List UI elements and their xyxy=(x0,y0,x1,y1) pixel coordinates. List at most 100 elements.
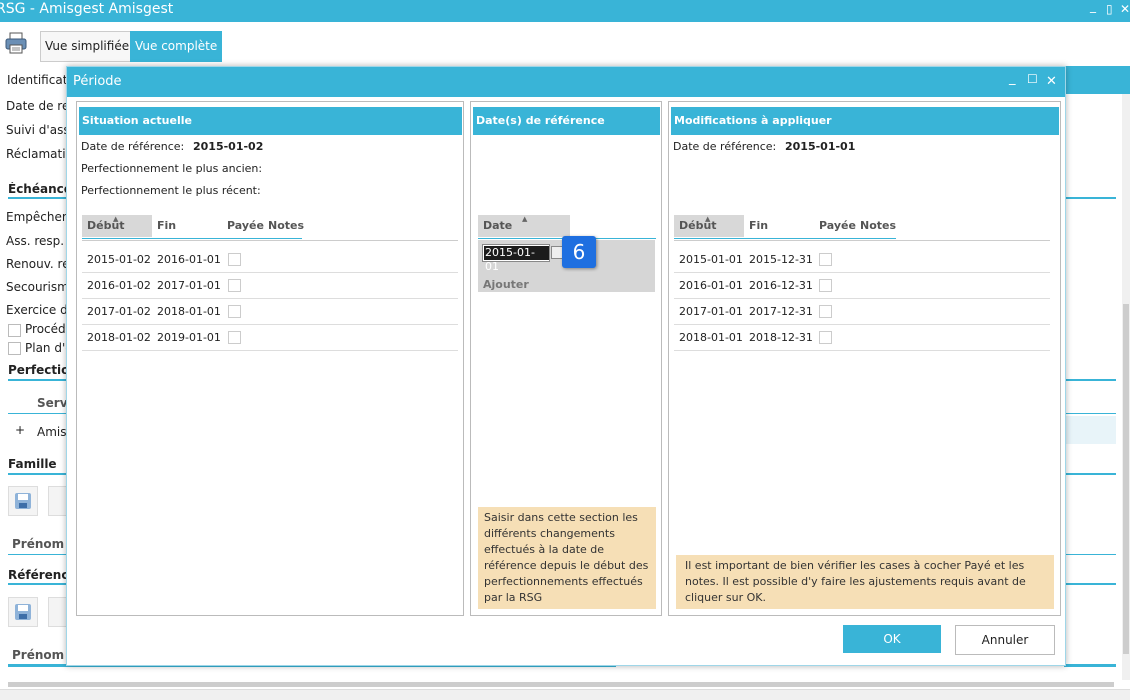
window-minimize-button[interactable]: _ xyxy=(1090,0,1096,13)
current-row-1-end: 2016-01-01 xyxy=(157,253,221,266)
changes-row-2-end: 2016-12-31 xyxy=(749,279,813,292)
column-header-debut-label: Début xyxy=(679,219,717,232)
header-underline xyxy=(674,240,1050,241)
dialog-maximize-button[interactable]: ☐ xyxy=(1027,72,1038,86)
sidebar-item-reclamation[interactable]: Réclamation xyxy=(6,147,66,161)
current-ref-value: 2015-01-02 xyxy=(193,140,264,153)
famille-save-button[interactable] xyxy=(8,486,38,516)
ok-button[interactable]: OK xyxy=(843,625,941,653)
dialog-close-button[interactable]: ✕ xyxy=(1046,74,1057,89)
sidebar-item-empechement[interactable]: Empêchement xyxy=(6,210,66,224)
selected-row xyxy=(1064,416,1116,444)
reference-dates-panel: Date(s) de référence ▲ Date 2015-01-01 6… xyxy=(470,101,662,616)
scrollbar-thumb[interactable] xyxy=(1123,304,1129,654)
column-divider xyxy=(8,413,66,414)
section-references: Références xyxy=(8,568,66,582)
sidebar-item-ass-resp[interactable]: Ass. resp. civile xyxy=(6,234,66,248)
reference-info-note: Saisir dans cette section les différents… xyxy=(478,507,656,609)
sidebar-item-exercice[interactable]: Exercice d'évacuation xyxy=(6,303,66,317)
oldest-label: Perfectionnement le plus ancien: xyxy=(81,162,263,175)
sidebar-item-date-retour[interactable]: Date de retour xyxy=(6,99,66,113)
sort-asc-icon: ▲ xyxy=(705,215,711,223)
current-ref-label: Date de référence: xyxy=(81,140,185,153)
column-prenom-2: Prénom xyxy=(12,648,65,662)
sidebar-item-secourisme[interactable]: Secourisme xyxy=(6,280,66,294)
changes-row-2-start: 2016-01-01 xyxy=(679,279,743,292)
sidebar-item-renouv[interactable]: Renouv. reconnaissance xyxy=(6,257,66,271)
sidebar-item-suivi[interactable]: Suivi d'assistance xyxy=(6,123,66,137)
column-divider xyxy=(8,554,66,555)
reference-date-input[interactable]: 2015-01-01 xyxy=(482,244,550,273)
floppy-icon xyxy=(15,604,31,620)
vertical-scrollbar[interactable] xyxy=(1122,94,1130,680)
changes-row-3-paid-checkbox[interactable] xyxy=(819,305,832,318)
section-divider xyxy=(1064,197,1116,199)
current-row-2-paid-checkbox[interactable] xyxy=(228,279,241,292)
row-divider xyxy=(82,298,458,299)
dialog-minimize-button[interactable]: _ xyxy=(1009,71,1016,86)
references-save-button[interactable] xyxy=(8,597,38,627)
section-divider xyxy=(1064,583,1116,585)
reference-dates-header: Date(s) de référence xyxy=(473,107,660,135)
printer-icon xyxy=(5,32,27,54)
changes-row-1-paid-checkbox[interactable] xyxy=(819,253,832,266)
changes-row-4-paid-checkbox[interactable] xyxy=(819,331,832,344)
floppy-icon xyxy=(15,493,31,509)
cancel-button[interactable]: Annuler xyxy=(955,625,1055,655)
section-perfectionnement: Perfectionnement xyxy=(8,363,66,377)
status-bar xyxy=(0,689,1130,700)
periode-dialog: Période _ ☐ ✕ Situation actuelle Date de… xyxy=(66,66,1066,666)
changes-info-note: Il est important de bien vérifier les ca… xyxy=(676,555,1054,609)
reference-date-value: 2015-01-01 xyxy=(484,246,549,273)
tab-identification[interactable]: Identification xyxy=(0,66,73,94)
add-reference-button[interactable]: Ajouter xyxy=(483,278,529,291)
column-header-notes[interactable]: Notes xyxy=(268,215,304,237)
column-header-notes[interactable]: Notes xyxy=(860,215,896,237)
window-titlebar: RSG - Amisgest Amisgest _ ▯ ✕ xyxy=(0,0,1130,22)
famille-edit-button[interactable] xyxy=(48,486,68,516)
procedure-checkbox[interactable] xyxy=(8,324,21,337)
scrollbar-thumb[interactable] xyxy=(8,682,1114,687)
window-close-button[interactable]: ✕ xyxy=(1120,2,1130,16)
current-row-3-start: 2017-01-02 xyxy=(87,305,151,318)
header-underline xyxy=(82,238,302,239)
column-header-date-label: Date xyxy=(483,219,513,232)
window-restore-button[interactable]: ▯ xyxy=(1106,2,1113,16)
plan-checkbox[interactable] xyxy=(8,342,21,355)
horizontal-scrollbar[interactable] xyxy=(0,680,1130,689)
plan-label: Plan d'évacuation xyxy=(25,341,66,355)
window-title: RSG - Amisgest Amisgest xyxy=(0,1,174,17)
header-underline xyxy=(674,238,896,239)
current-row-4-paid-checkbox[interactable] xyxy=(228,331,241,344)
changes-row-1-end: 2015-12-31 xyxy=(749,253,813,266)
sort-asc-icon: ▲ xyxy=(522,215,528,223)
current-row-1-paid-checkbox[interactable] xyxy=(228,253,241,266)
print-button[interactable] xyxy=(3,30,31,58)
column-header-debut[interactable]: ▲ Début xyxy=(674,215,744,237)
current-row-2-start: 2016-01-02 xyxy=(87,279,151,292)
references-edit-button[interactable] xyxy=(48,597,68,627)
current-row-1-start: 2015-01-02 xyxy=(87,253,151,266)
changes-row-2-paid-checkbox[interactable] xyxy=(819,279,832,292)
column-header-payee[interactable]: Payée xyxy=(819,215,856,237)
column-header-fin[interactable]: Fin xyxy=(157,215,176,237)
dialog-title: Période xyxy=(73,74,122,89)
column-header-payee[interactable]: Payée xyxy=(227,215,264,237)
current-row-3-paid-checkbox[interactable] xyxy=(228,305,241,318)
changes-row-4-end: 2018-12-31 xyxy=(749,331,813,344)
current-row-4-end: 2019-01-01 xyxy=(157,331,221,344)
row-divider xyxy=(82,350,458,351)
changes-row-3-end: 2017-12-31 xyxy=(749,305,813,318)
expand-icon[interactable]: + xyxy=(15,423,27,437)
column-header-date[interactable]: ▲ Date xyxy=(478,215,570,237)
column-service: Service xyxy=(37,396,66,410)
full-view-button[interactable]: Vue complète xyxy=(130,31,223,62)
simple-view-button[interactable]: Vue simplifiée xyxy=(40,31,135,62)
section-divider xyxy=(8,583,66,585)
section-divider xyxy=(1064,379,1116,381)
column-header-debut[interactable]: ▲ Début xyxy=(82,215,152,237)
column-header-fin[interactable]: Fin xyxy=(749,215,768,237)
section-famille: Famille xyxy=(8,457,57,471)
section-divider xyxy=(8,473,66,475)
current-row-2-end: 2017-01-01 xyxy=(157,279,221,292)
